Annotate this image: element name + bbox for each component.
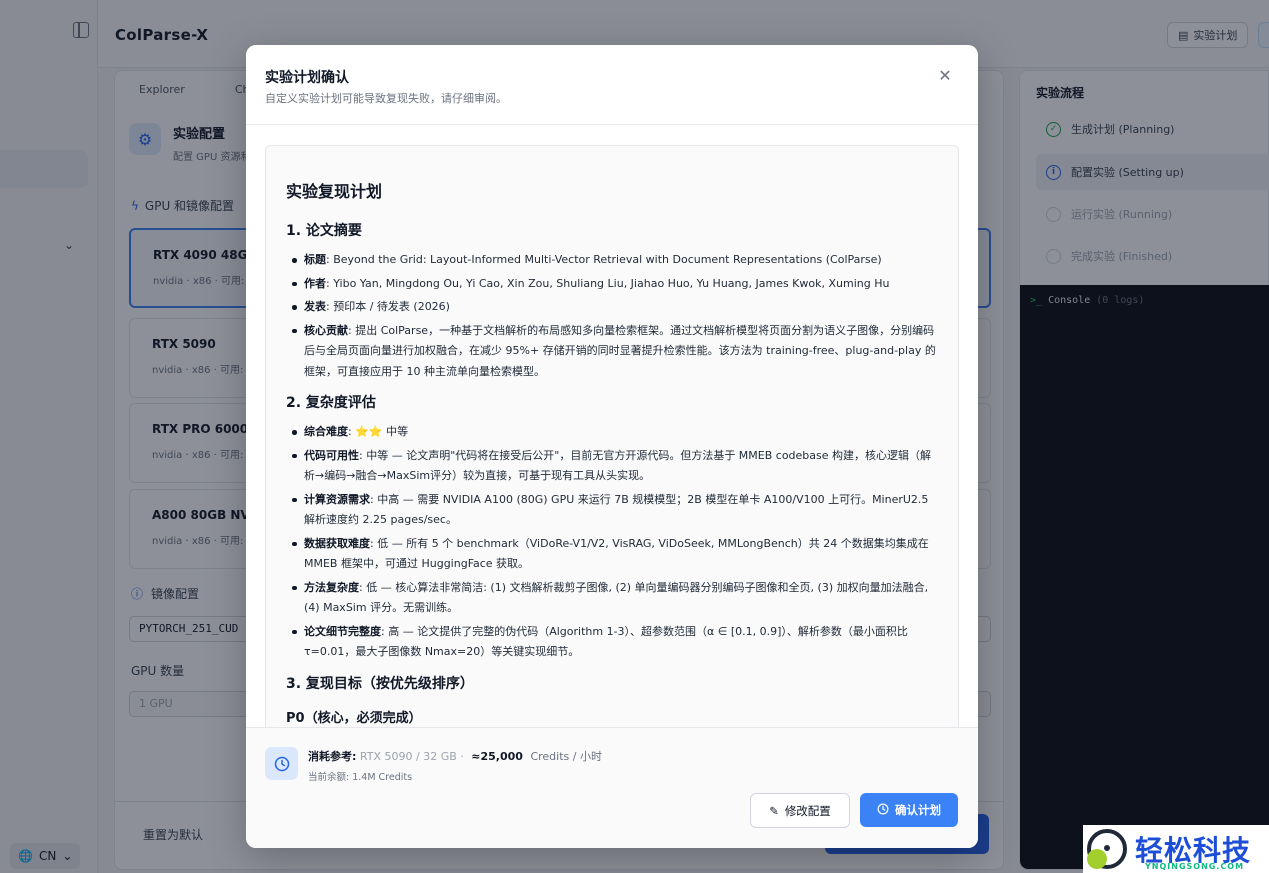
pencil-icon: ✎ [769,803,779,818]
list-item: 发表: 预印本 / 待发表 (2026) [286,297,938,318]
dialog-title: 实验计划确认 [265,70,349,86]
plan-confirm-dialog: 实验计划确认 自定义实验计划可能导致复现失败，请仔细审阅。 ✕ 实验复现计划 1… [246,45,978,848]
dialog-footer: 消耗参考: RTX 5090 / 32 GB · ≈25,000 Credits… [246,727,978,848]
list-item: 数据获取难度: 低 — 所有 5 个 benchmark（ViDoRe-V1/V… [286,534,938,575]
edit-config-label: 修改配置 [784,803,831,818]
list-item: 计算资源需求: 中高 — 需要 NVIDIA A100 (80G) GPU 来运… [286,490,938,531]
list-item: 作者: Yibo Yan, Mingdong Ou, Yi Cao, Xin Z… [286,274,938,295]
plan-doc-title: 实验复现计划 [286,182,383,201]
priority-heading: P0（核心，必须完成） [286,710,422,726]
cost-value: ≈25,000 [471,750,523,763]
credit-balance: 当前余额: 1.4M Credits [308,772,413,783]
list-item: 方法复杂度: 低 — 核心算法非常简洁: (1) 文档解析裁剪子图像, (2) … [286,578,938,619]
dialog-description: 自定义实验计划可能导致复现失败，请仔细审阅。 [265,92,507,105]
cost-label: 消耗参考: [308,750,357,763]
plan-document[interactable]: 实验复现计划 1. 论文摘要 标题: Beyond the Grid: Layo… [265,145,959,735]
section-heading: 1. 论文摘要 [286,223,362,239]
list-item: 标题: Beyond the Grid: Layout-Informed Mul… [286,250,938,271]
section-heading: 2. 复杂度评估 [286,395,376,411]
clock-icon [877,803,889,818]
list-item: 代码可用性: 中等 — 论文声明"代码将在接受后公开"，目前无官方开源代码。但方… [286,446,938,487]
dialog-header: 实验计划确认 自定义实验计划可能导致复现失败，请仔细审阅。 ✕ [246,45,978,125]
cost-gpu: RTX 5090 / 32 GB · [359,750,464,763]
section-list: 标题: Beyond the Grid: Layout-Informed Mul… [286,250,938,382]
list-item: 核心贡献: 提出 ColParse，一种基于文档解析的布局感知多向量检索框架。通… [286,321,938,383]
watermark: 轻松科技 YNQINGSONG.COM [1083,825,1269,873]
cost-reference: 消耗参考: RTX 5090 / 32 GB · ≈25,000 Credits… [308,748,602,764]
confirm-plan-label: 确认计划 [895,803,941,817]
close-icon[interactable]: ✕ [936,67,954,85]
section-list: 综合难度: ⭐⭐ 中等 代码可用性: 中等 — 论文声明"代码将在接受后公开"，… [286,422,938,663]
confirm-plan-button[interactable]: 确认计划 [860,793,958,827]
watermark-logo-icon [1087,829,1127,869]
watermark-subtext: YNQINGSONG.COM [1145,862,1245,871]
clock-icon [265,747,298,780]
list-item: 综合难度: ⭐⭐ 中等 [286,422,938,443]
edit-config-button[interactable]: ✎ 修改配置 [750,793,850,828]
section-heading: 3. 复现目标（按优先级排序） [286,675,474,692]
cost-unit: Credits / 小时 [530,750,602,763]
list-item: 论文细节完整度: 高 — 论文提供了完整的伪代码（Algorithm 1-3）、… [286,622,938,663]
